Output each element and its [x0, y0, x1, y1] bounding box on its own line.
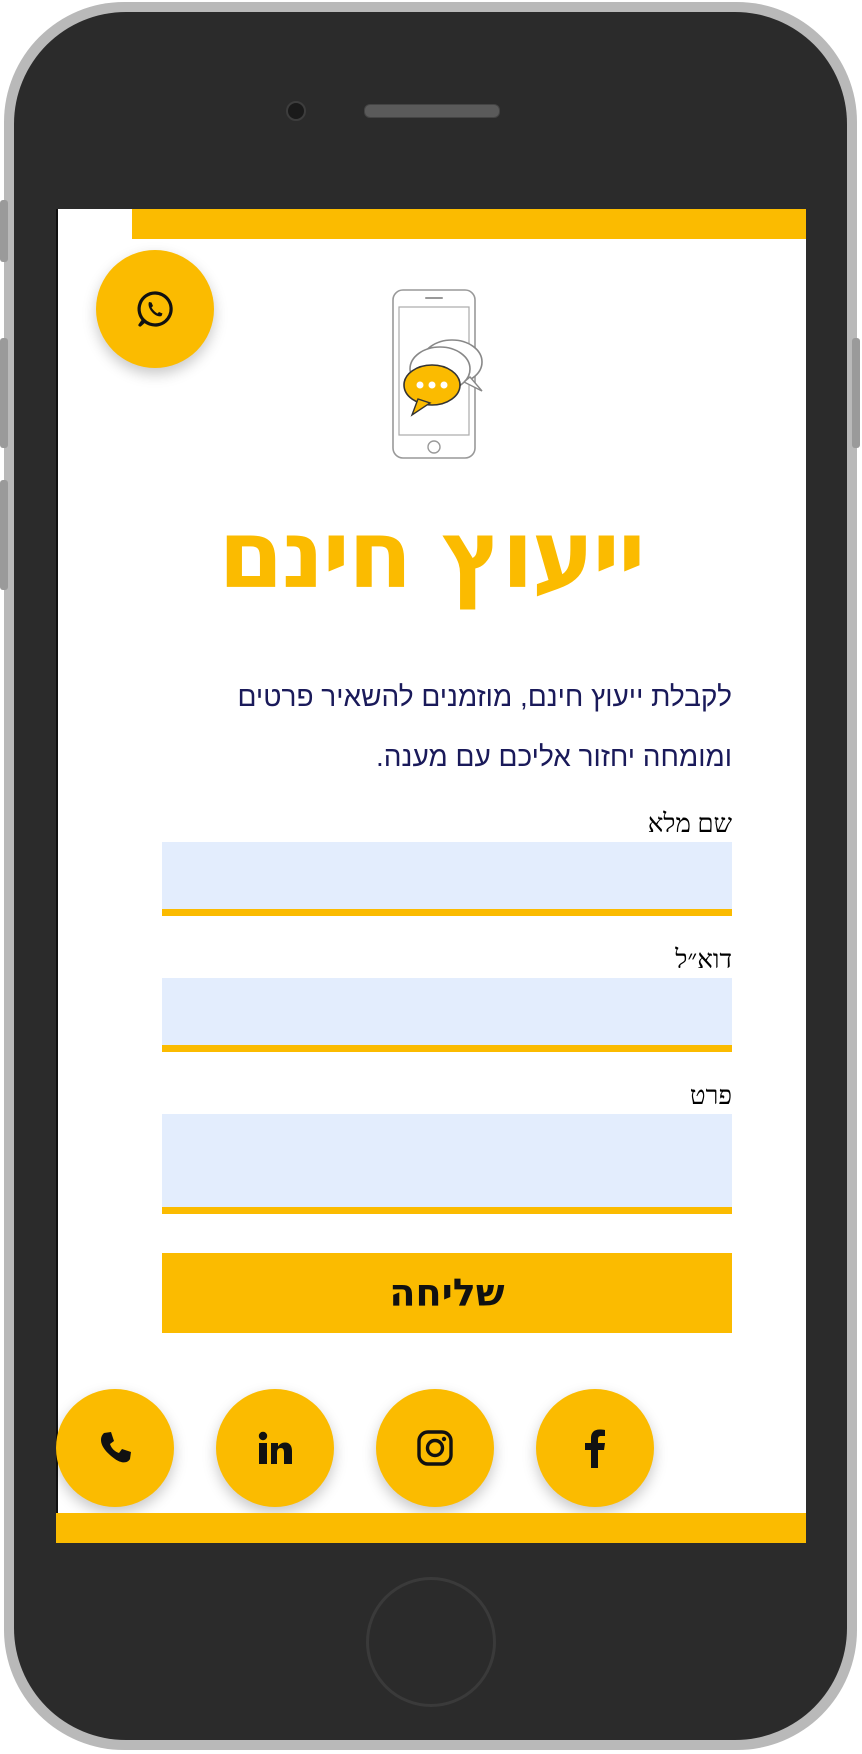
screen-edge — [56, 209, 58, 1543]
earpiece-speaker — [364, 104, 500, 118]
full-name-input[interactable] — [162, 842, 732, 916]
home-button[interactable] — [366, 1577, 496, 1707]
whatsapp-icon — [137, 291, 173, 327]
detail-label: פרט — [689, 1081, 732, 1110]
whatsapp-button[interactable] — [96, 250, 214, 368]
instagram-button[interactable] — [376, 1389, 494, 1507]
hero-illustration — [374, 287, 489, 462]
facebook-button[interactable] — [536, 1389, 654, 1507]
phone-chat-illustration — [392, 289, 483, 459]
phone-volume-up — [0, 338, 8, 448]
email-label: דוא״ל — [675, 945, 732, 974]
phone-power-button — [852, 338, 860, 448]
phone-mute-switch — [0, 200, 8, 262]
front-camera — [286, 101, 306, 121]
bottom-accent-bar — [56, 1513, 806, 1543]
submit-button[interactable]: שליחה — [162, 1253, 732, 1333]
linkedin-button[interactable] — [216, 1389, 334, 1507]
phone-button[interactable] — [56, 1389, 174, 1507]
instagram-icon — [417, 1430, 453, 1466]
name-label: שם מלא — [647, 809, 732, 838]
linkedin-icon — [258, 1431, 292, 1464]
screen: ייעוץ חינם לקבלת ייעוץ חינם, מוזמנים להש… — [56, 209, 806, 1543]
email-input[interactable] — [162, 978, 732, 1052]
page-title: ייעוץ חינם — [218, 501, 645, 610]
intro-text: לקבלת ייעוץ חינם, מוזמנים להשאיר פרטים ו… — [237, 681, 733, 772]
detail-textarea[interactable] — [162, 1114, 732, 1214]
top-accent-bar — [132, 209, 806, 239]
phone-icon — [101, 1432, 131, 1463]
facebook-icon — [585, 1429, 605, 1468]
phone-volume-down — [0, 480, 8, 590]
